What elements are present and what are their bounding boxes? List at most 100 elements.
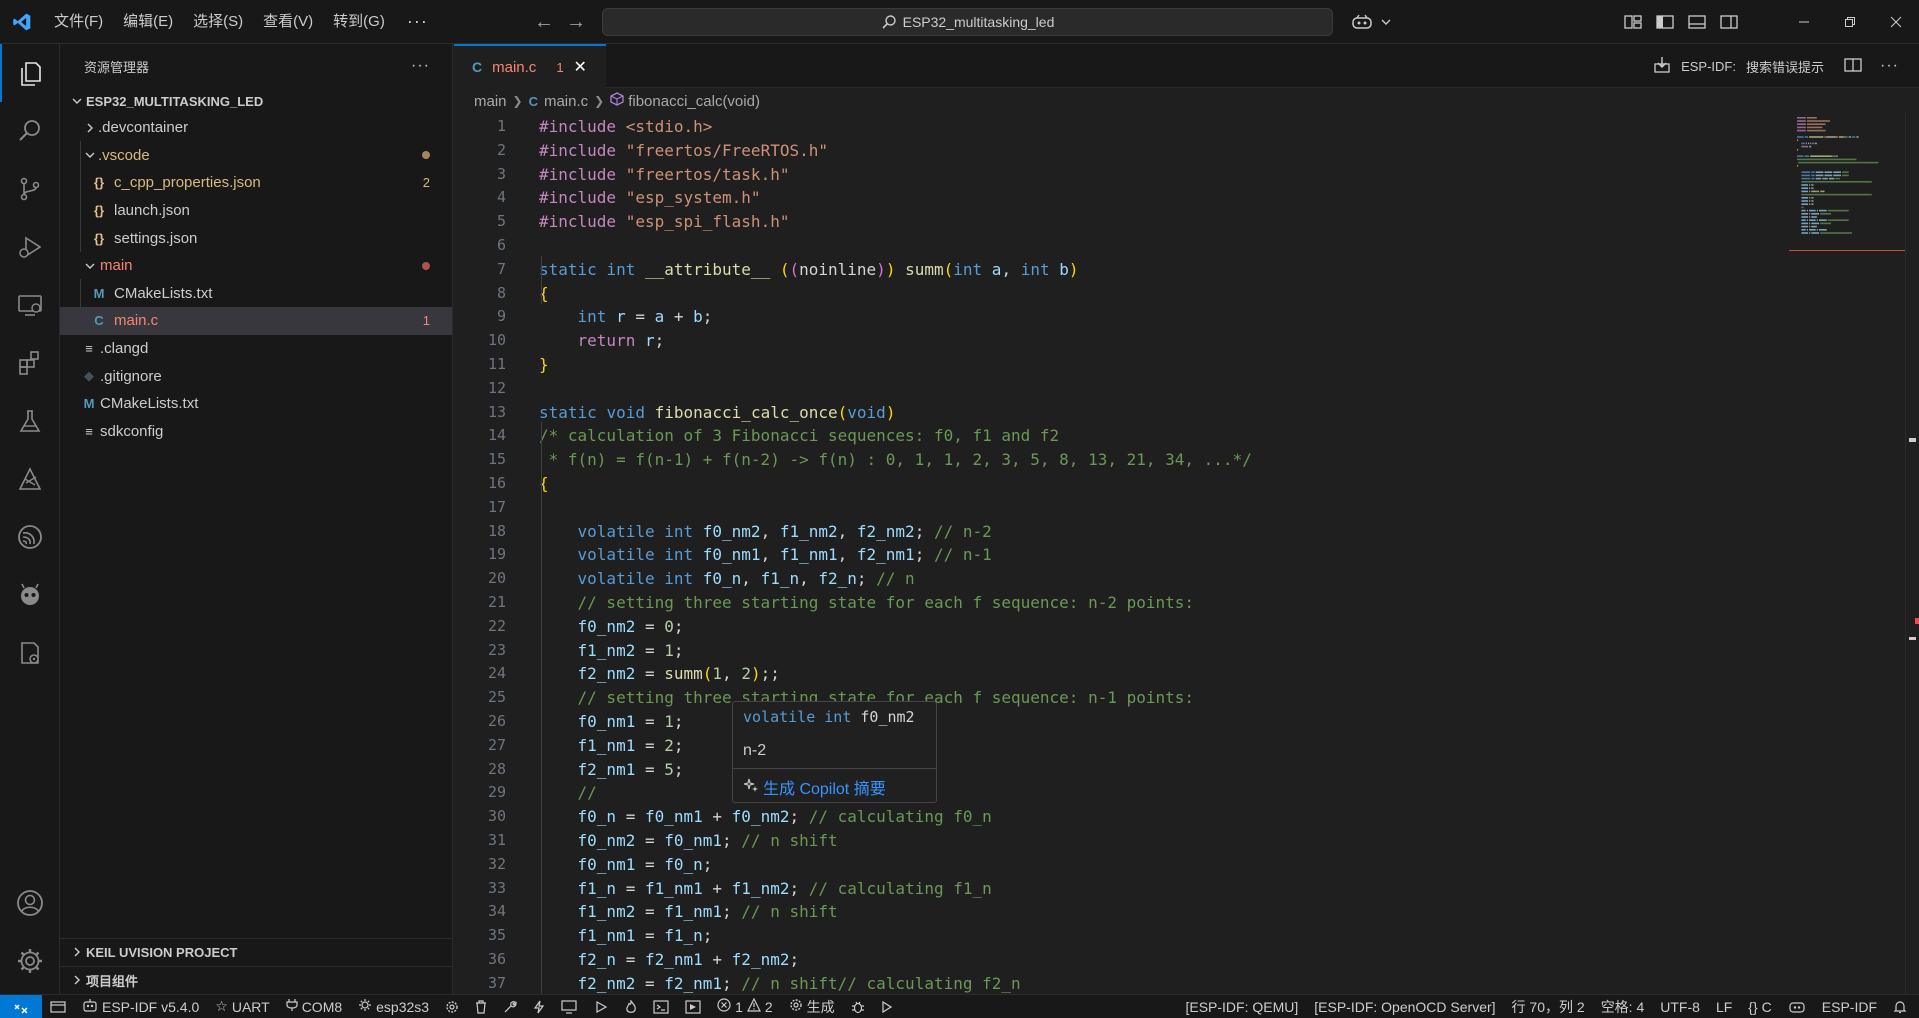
tree-item-main-c[interactable]: C main.c 1 [60, 307, 452, 335]
sidebar-more-button[interactable]: ··· [411, 57, 430, 75]
status-run-task-icon[interactable] [677, 995, 709, 1018]
status-openocd[interactable]: [ESP-IDF: OpenOCD Server] [1306, 995, 1503, 1018]
code-line[interactable]: 6 [454, 234, 1774, 258]
restore-button[interactable] [1827, 0, 1873, 44]
vertical-scrollbar[interactable] [1905, 113, 1919, 994]
code-line[interactable]: 28 f2_nm1 = 5; [454, 758, 1774, 782]
code-line[interactable]: 25 // setting three starting state for e… [454, 686, 1774, 710]
status-indentation[interactable]: 空格: 4 [1593, 995, 1653, 1018]
remote-indicator-icon[interactable] [0, 994, 42, 1018]
status-qemu[interactable]: [ESP-IDF: QEMU] [1177, 995, 1306, 1018]
menu-view[interactable]: 查看(V) [253, 0, 323, 44]
toggle-secondary-sidebar-icon[interactable] [1713, 0, 1745, 44]
status-play-icon[interactable] [873, 995, 901, 1018]
status-debug-icon[interactable] [585, 995, 617, 1018]
status-build-flash-monitor-fire-icon[interactable] [617, 995, 645, 1018]
code-line[interactable]: 10 return r; [454, 329, 1774, 353]
search-view-icon[interactable] [0, 102, 60, 160]
code-line[interactable]: 33 f1_n = f1_nm1 + f1_nm2; // calculatin… [454, 877, 1774, 901]
espressif-icon[interactable] [0, 508, 60, 566]
forward-arrow-icon[interactable]: → [560, 0, 592, 44]
code-line[interactable]: 13 static void fibonacci_calc_once(void) [454, 401, 1774, 425]
status-esp-idf[interactable]: ESP-IDF [1814, 995, 1885, 1018]
tree-item-vscode[interactable]: .vscode [60, 142, 452, 170]
run-debug-icon[interactable] [0, 218, 60, 276]
close-icon[interactable]: ✕ [574, 57, 587, 77]
code-line[interactable]: 32 f0_nm1 = f0_n; [454, 853, 1774, 877]
tree-item-launch-json[interactable]: {} launch.json [60, 197, 452, 225]
breadcrumb-folder[interactable]: main [474, 93, 507, 110]
menu-file[interactable]: 文件(F) [44, 0, 113, 44]
status-files-icon[interactable] [42, 995, 74, 1018]
status-terminal-icon[interactable] [645, 995, 677, 1018]
toggle-primary-sidebar-icon[interactable] [1649, 0, 1681, 44]
code-editor[interactable]: 1 #include <stdio.h> 2 #include "freertos/F… [454, 113, 1919, 994]
status-sdk-config-gear-icon[interactable] [437, 995, 467, 1018]
breadcrumb-file[interactable]: main.c [544, 93, 588, 110]
code-line[interactable]: 16{ [454, 472, 1774, 496]
status-port[interactable]: COM8 [278, 995, 350, 1018]
code-line[interactable]: 18 volatile int f0_nm2, f1_nm2, f2_nm2; … [454, 520, 1774, 544]
code-line[interactable]: 31 f0_nm2 = f0_nm1; // n shift [454, 829, 1774, 853]
toggle-panel-icon[interactable] [1681, 0, 1713, 44]
code-line[interactable]: 22 f0_nm2 = 0; [454, 615, 1774, 639]
status-copilot-icon[interactable] [1780, 995, 1814, 1018]
menu-edit[interactable]: 编辑(E) [113, 0, 183, 44]
component-settings-icon[interactable] [0, 624, 60, 682]
status-flash-icon[interactable] [525, 995, 553, 1018]
code-line[interactable]: 2 #include "freertos/FreeRTOS.h" [454, 139, 1774, 163]
status-language[interactable]: {} C [1740, 995, 1779, 1018]
close-window-button[interactable] [1873, 0, 1919, 44]
code-line[interactable]: 17 [454, 496, 1774, 520]
code-line[interactable]: 29 // [454, 781, 1774, 805]
explorer-icon[interactable] [0, 44, 60, 102]
settings-gear-icon[interactable] [0, 932, 60, 990]
code-line[interactable]: 30 f0_n = f0_nm1 + f0_nm2; // calculatin… [454, 805, 1774, 829]
status-cursor-position[interactable]: 行 70，列 2 [1504, 995, 1593, 1018]
code-line[interactable]: 23 f1_nm2 = 1; [454, 639, 1774, 663]
section-keil-uvision[interactable]: KEIL UVISION PROJECT [60, 938, 453, 965]
command-center-search[interactable]: ESP32_multitasking_led [602, 8, 1333, 36]
code-line[interactable]: 8{ [454, 282, 1774, 306]
tree-item-gitignore[interactable]: ◆ .gitignore [60, 362, 452, 390]
tree-item-devcontainer[interactable]: .devcontainer [60, 114, 452, 142]
testing-flask-icon[interactable] [0, 392, 60, 450]
status-eol[interactable]: LF [1708, 995, 1740, 1018]
code-line[interactable]: 7 static int __attribute__ ((noinline)) s… [454, 258, 1774, 282]
generate-copilot-summary-link[interactable]: 生成 Copilot 摘要 [743, 775, 886, 799]
code-line[interactable]: 14 /* calculation of 3 Fibonacci sequence… [454, 424, 1774, 448]
code-line[interactable]: 26 f0_nm1 = 1; [454, 710, 1774, 734]
code-line[interactable]: 11} [454, 353, 1774, 377]
accounts-icon[interactable] [0, 874, 60, 932]
code-line[interactable]: 20 volatile int f0_n, f1_n, f2_n; // n [454, 567, 1774, 591]
esp-idf-build-icon[interactable] [1653, 56, 1671, 77]
tab-main-c[interactable]: C main.c 1 ✕ [454, 44, 606, 88]
status-uart[interactable]: ☆ UART [207, 995, 277, 1018]
status-build-wrench-icon[interactable] [495, 995, 525, 1018]
platformio-alien-icon[interactable] [0, 566, 60, 624]
code-line[interactable]: 24 f2_nm2 = summ(1, 2);; [454, 662, 1774, 686]
code-line[interactable]: 19 volatile int f0_nm1, f1_nm1, f2_nm1; … [454, 543, 1774, 567]
status-build-task[interactable]: 生成 [781, 995, 843, 1018]
project-root[interactable]: ESP32_MULTITASKING_LED [60, 88, 452, 114]
back-arrow-icon[interactable]: ← [528, 0, 560, 44]
tree-item-sdkconfig[interactable]: ≡ sdkconfig [60, 418, 452, 446]
code-line[interactable]: 15 * f(n) = f(n-1) + f(n-2) -> f(n) : 0,… [454, 448, 1774, 472]
code-line[interactable]: 3 #include "freertos/task.h" [454, 163, 1774, 187]
tree-item-clangd[interactable]: ≡ .clangd [60, 335, 452, 363]
code-line[interactable]: 36 f2_n = f2_nm1 + f2_nm2; [454, 948, 1774, 972]
tree-item-main-folder[interactable]: main [60, 252, 452, 280]
code-line[interactable]: 9 int r = a + b; [454, 305, 1774, 329]
code-line[interactable]: 1 #include <stdio.h> [454, 115, 1774, 139]
source-control-icon[interactable] [0, 160, 60, 218]
status-problems[interactable]: 1 2 [709, 995, 781, 1018]
tree-item-cmakelists-main[interactable]: M CMakeLists.txt [60, 280, 452, 308]
menu-go[interactable]: 转到(G) [323, 0, 395, 44]
copilot-icon[interactable] [1346, 0, 1378, 44]
split-editor-icon[interactable] [1844, 57, 1862, 76]
status-notifications-icon[interactable] [1885, 995, 1919, 1018]
status-bug-icon[interactable] [843, 995, 873, 1018]
menu-more-button[interactable]: ··· [395, 11, 440, 32]
code-line[interactable]: 4 #include "esp_system.h" [454, 186, 1774, 210]
status-esp-idf-version[interactable]: ESP-IDF v5.4.0 [74, 995, 207, 1018]
